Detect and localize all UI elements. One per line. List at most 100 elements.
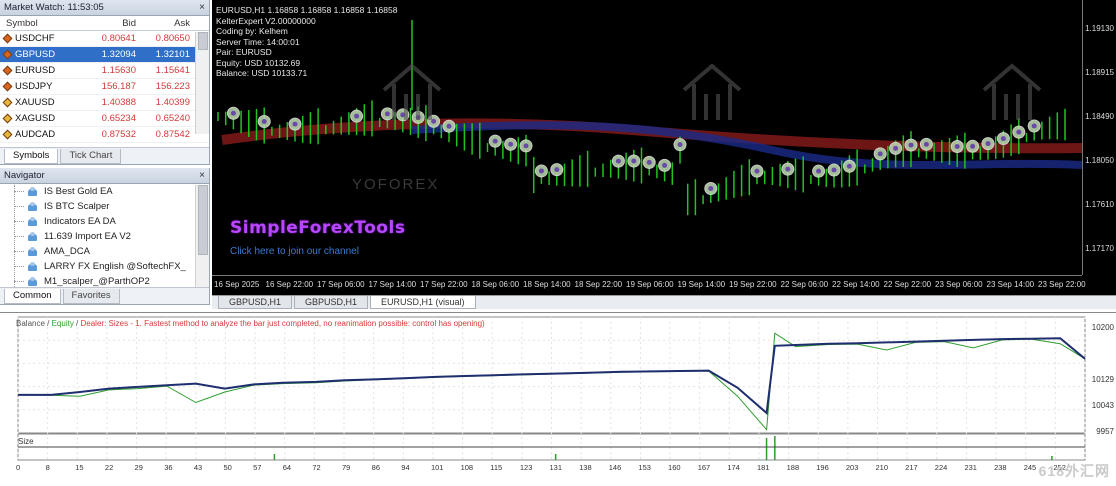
navigator-title-bar: Navigator × [0, 168, 209, 184]
market-watch-header: Symbol Bid Ask [0, 16, 209, 31]
tab-symbols[interactable]: Symbols [4, 149, 59, 164]
trade-marker-dot [708, 185, 714, 191]
symbol-cell: AUDCAD [0, 127, 84, 142]
size-label: Size [18, 437, 34, 446]
x-tick-label: 167 [697, 463, 711, 472]
time-label: 18 Sep 22:00 [574, 280, 623, 289]
navigator-expert-item[interactable]: AMA_DCA [0, 244, 209, 259]
x-tick-label: 0 [16, 463, 21, 472]
bid-cell: 1.15630 [101, 65, 136, 76]
trade-marker-dot [646, 159, 652, 165]
x-tick-label: 196 [816, 463, 829, 472]
navigator-scrollbar[interactable] [195, 185, 209, 287]
x-tick-label: 72 [312, 463, 321, 472]
info-line: Equity: USD 10132.69 [216, 57, 301, 68]
join-channel-link[interactable]: Click here to join our channel [230, 246, 359, 257]
expert-advisor-icon [28, 186, 39, 197]
watermark-logo [982, 63, 1042, 120]
navigator-tree: IS Best Gold EA IS BTC Scalper Indicators … [0, 184, 209, 289]
watermark-logo [682, 63, 742, 120]
expert-name: LARRY FX English @SoftechFX_ [44, 261, 186, 272]
close-icon[interactable]: × [199, 168, 205, 184]
market-watch-row[interactable]: AUDCAD 0.87532 0.87542 [0, 127, 209, 143]
chart-tab-gbpusd-1[interactable]: GBPUSD,H1 [218, 296, 293, 309]
close-icon[interactable]: × [199, 0, 205, 16]
tab-common[interactable]: Common [4, 289, 61, 304]
trade-marker-dot [1031, 123, 1037, 129]
col-symbol[interactable]: Symbol [0, 16, 84, 30]
expert-advisor-icon [28, 261, 39, 272]
navigator-expert-item[interactable]: Indicators EA DA [0, 214, 209, 229]
trade-marker-dot [785, 166, 791, 172]
trade-marker-dot [261, 119, 267, 125]
x-tick-label: 22 [104, 463, 114, 472]
chart-tab-gbpusd-2[interactable]: GBPUSD,H1 [294, 296, 369, 309]
price-label: 1.19130 [1085, 24, 1114, 33]
col-bid[interactable]: Bid [84, 16, 136, 30]
time-label: 17 Sep 14:00 [368, 280, 417, 289]
expert-advisor-icon [28, 216, 39, 227]
symbol-cell: EURUSD [0, 63, 84, 78]
navigator-expert-item[interactable]: IS Best Gold EA [0, 184, 209, 199]
ask-cell: 0.80650 [155, 33, 190, 44]
time-label: 16 Sep 2025 [214, 280, 260, 289]
info-line: KelterExpert V2.00000000 [216, 15, 316, 26]
navigator-panel: Navigator × IS Best Gold EA IS BTC Scalpe… [0, 168, 210, 305]
x-tick-label: 29 [134, 463, 143, 472]
col-ask[interactable]: Ask [136, 16, 190, 30]
trade-marker-dot [1000, 136, 1006, 142]
tab-tick-chart[interactable]: Tick Chart [60, 149, 122, 164]
market-watch-row[interactable]: USDJPY 156.187 156.223 [0, 79, 209, 95]
x-tick-label: 86 [371, 463, 380, 472]
time-label: 19 Sep 14:00 [677, 280, 726, 289]
navigator-tabs: Common Favorites [0, 287, 209, 304]
legend-balance: Balance [16, 319, 45, 328]
tester-graph-panel: Balance / Equity / Dealer: Sizes - 1. Fa… [0, 312, 1116, 482]
navigator-expert-item[interactable]: LARRY FX English @SoftechFX_ [0, 259, 209, 274]
market-watch-row[interactable]: XAGUSD 0.65234 0.65240 [0, 111, 209, 127]
ask-cell: 1.40399 [155, 97, 190, 108]
scrollbar-thumb[interactable] [198, 185, 208, 255]
x-tick-label: 15 [75, 463, 84, 472]
time-label: 23 Sep 06:00 [935, 280, 983, 289]
tab-favorites[interactable]: Favorites [62, 289, 120, 304]
market-watch-row[interactable]: GBPUSD 1.32094 1.32101 [0, 47, 209, 63]
navigator-expert-item[interactable]: 11.639 Import EA V2 [0, 229, 209, 244]
trade-marker-dot [923, 141, 929, 147]
info-line: Balance: USD 10133.71 [216, 68, 308, 78]
symbol-name: USDJPY [15, 80, 53, 92]
trade-marker-dot [1016, 129, 1022, 135]
trade-marker-dot [908, 142, 914, 148]
market-watch-row[interactable]: USDCHF 0.80641 0.80650 [0, 31, 209, 47]
chart-tab-eurusd-visual[interactable]: EURUSD,H1 (visual) [370, 296, 476, 309]
time-label: 17 Sep 22:00 [420, 280, 468, 289]
chart-tabs: GBPUSD,H1 GBPUSD,H1 EURUSD,H1 (visual) [212, 295, 1116, 309]
time-label: 19 Sep 06:00 [626, 280, 674, 289]
graph-frame [17, 316, 1086, 434]
symbol-cell: USDCHF [0, 31, 84, 46]
navigator-expert-item[interactable]: IS BTC Scalper [0, 199, 209, 214]
trade-marker-dot [831, 167, 837, 173]
trade-marker-dot [877, 151, 883, 157]
trade-marker-dot [538, 168, 544, 174]
ask-cell: 1.15641 [155, 65, 190, 76]
price-label: 1.17170 [1085, 244, 1114, 253]
market-watch-scrollbar[interactable] [195, 32, 209, 134]
expert-name: Indicators EA DA [44, 216, 116, 227]
time-label: 23 Sep 14:00 [986, 280, 1035, 289]
market-watch-row[interactable]: EURUSD 1.15630 1.15641 [0, 63, 209, 79]
market-watch-row[interactable]: XAUUSD 1.40388 1.40399 [0, 95, 209, 111]
time-label: 19 Sep 22:00 [729, 280, 777, 289]
trade-marker-dot [384, 111, 390, 117]
y-tick-label: 9957 [1096, 427, 1114, 436]
trade-marker-dot [985, 141, 991, 147]
scrollbar-thumb[interactable] [198, 32, 208, 50]
x-tick-label: 64 [282, 463, 292, 472]
price-label: 1.18490 [1085, 112, 1114, 121]
x-tick-label: 160 [668, 463, 681, 472]
price-chart[interactable]: EURUSD,H1 1.16858 1.16858 1.16858 1.1685… [212, 0, 1116, 295]
expert-name: AMA_DCA [44, 246, 90, 257]
symbol-cell: XAGUSD [0, 111, 84, 126]
symbol-icon [2, 49, 13, 60]
expert-advisor-icon [28, 246, 39, 257]
